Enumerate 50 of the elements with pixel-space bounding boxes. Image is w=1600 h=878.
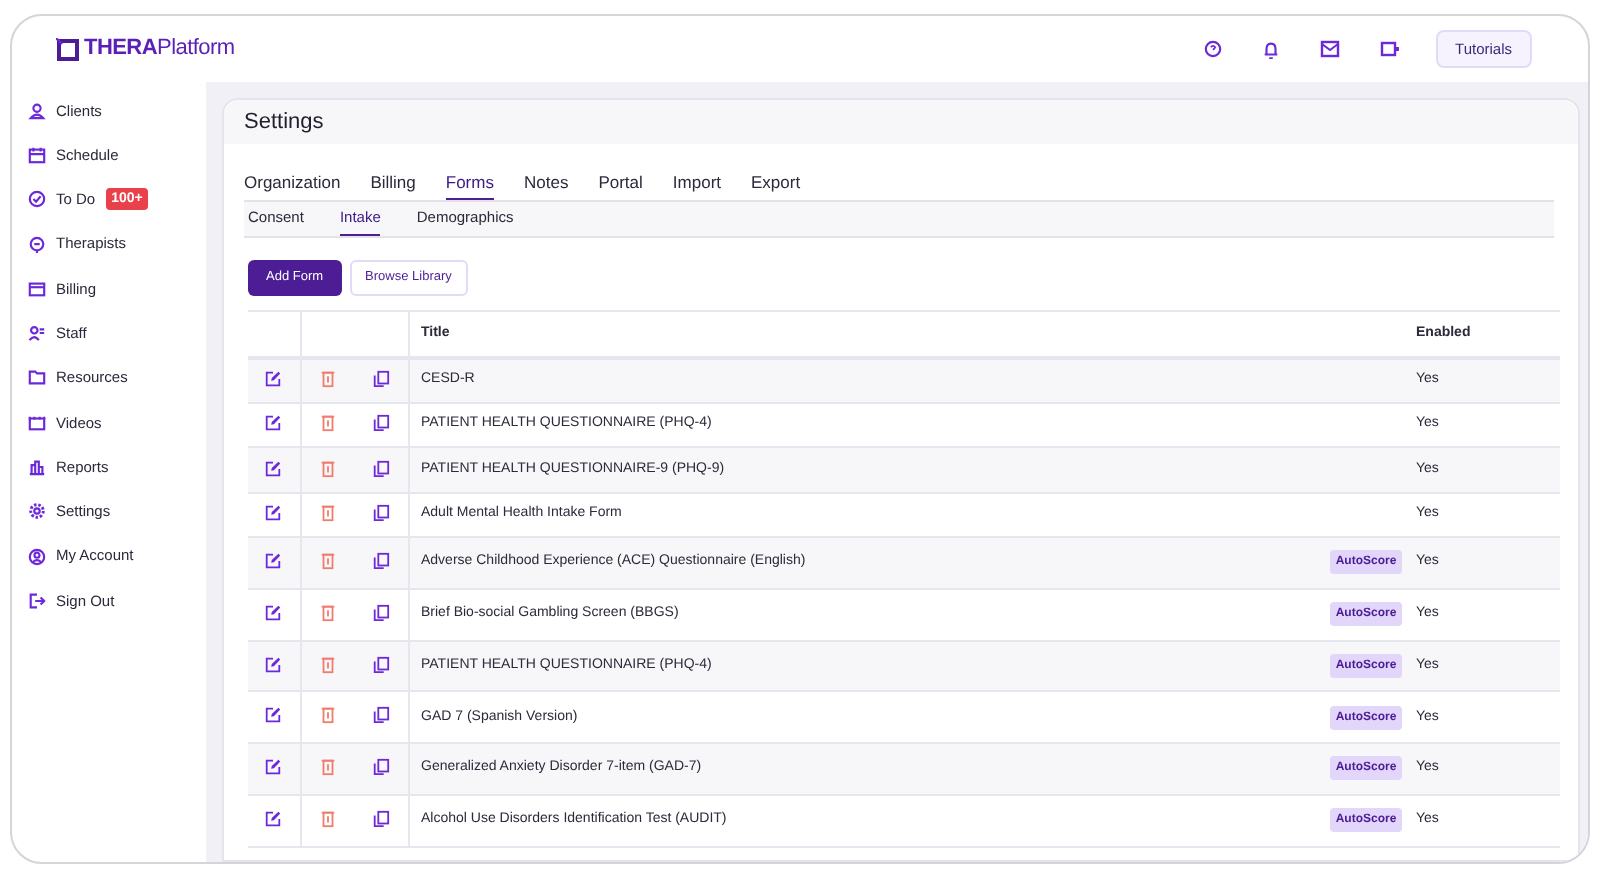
edit-icon[interactable] (264, 603, 283, 622)
copy-icon[interactable] (372, 552, 391, 571)
edit-icon[interactable] (264, 655, 283, 674)
user-circle-icon (28, 547, 46, 566)
copy-icon[interactable] (372, 655, 391, 674)
copy-icon[interactable] (372, 459, 391, 478)
page-title: Settings (244, 107, 324, 138)
copy-icon[interactable] (372, 413, 391, 432)
trash-icon[interactable] (320, 413, 337, 432)
copy-icon[interactable] (372, 504, 391, 523)
mail-icon[interactable] (1319, 40, 1340, 58)
edit-icon[interactable] (264, 369, 283, 388)
copy-icon[interactable] (372, 369, 391, 388)
edit-icon[interactable] (264, 758, 283, 777)
tab[interactable]: Notes (523, 168, 569, 200)
tab[interactable]: Organization (244, 168, 341, 200)
person-icon (28, 101, 46, 120)
trash-icon[interactable] (320, 706, 337, 725)
logo-icon (56, 37, 80, 61)
gear-icon (28, 502, 46, 521)
check-circle-icon (28, 190, 46, 209)
trash-icon[interactable] (320, 603, 337, 622)
logo: THERAPlatform (84, 34, 235, 65)
edit-icon[interactable] (264, 459, 283, 478)
sign-out-icon (28, 591, 46, 610)
edit-icon[interactable] (264, 809, 283, 828)
edit-icon[interactable] (264, 504, 283, 523)
bar-chart-icon (28, 458, 46, 477)
copy-icon[interactable] (372, 758, 391, 777)
bell-icon[interactable] (1261, 39, 1280, 59)
calendar-icon (28, 145, 46, 164)
trash-icon[interactable] (320, 809, 337, 828)
copy-icon[interactable] (372, 809, 391, 828)
help-icon[interactable] (1203, 40, 1222, 58)
film-icon (28, 413, 46, 432)
edit-icon[interactable] (264, 552, 283, 571)
card-icon (28, 279, 46, 298)
edit-icon[interactable] (264, 706, 283, 725)
folder-icon (28, 368, 46, 387)
edit-icon[interactable] (264, 413, 283, 432)
tab[interactable]: Import (672, 168, 722, 200)
tab[interactable]: Export (751, 168, 801, 200)
copy-icon[interactable] (372, 603, 391, 622)
people-icon (28, 324, 46, 343)
trash-icon[interactable] (320, 504, 337, 523)
copy-icon[interactable] (372, 706, 391, 725)
video-icon[interactable] (1379, 40, 1400, 58)
tab[interactable]: Billing (370, 168, 416, 200)
tab[interactable]: Portal (598, 168, 643, 200)
tab[interactable]: Forms (445, 168, 494, 200)
